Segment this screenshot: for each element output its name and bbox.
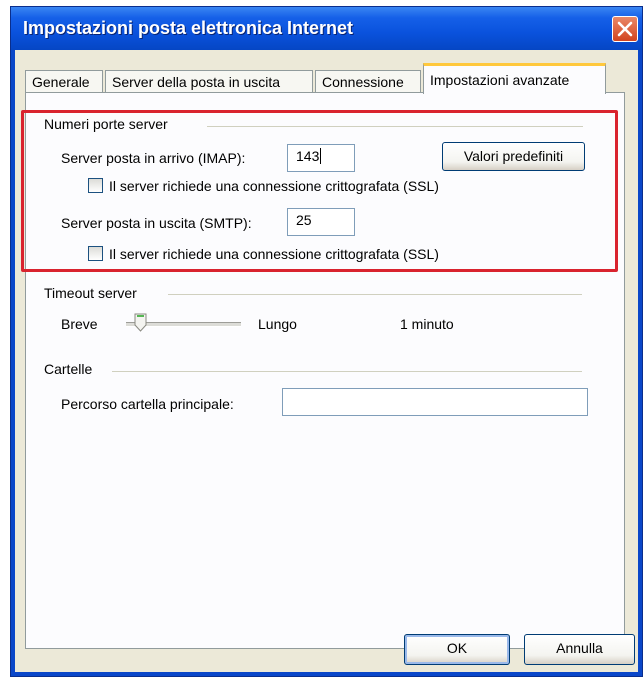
incoming-port-value: 143 xyxy=(296,148,320,164)
incoming-port-input[interactable]: 143 xyxy=(287,144,355,172)
cancel-button[interactable]: Annulla xyxy=(524,634,635,665)
timeout-value: 1 minuto xyxy=(400,316,454,332)
outgoing-ssl-checkbox[interactable] xyxy=(88,246,103,261)
group-divider xyxy=(112,371,582,372)
tab-label: Generale xyxy=(32,74,90,90)
cancel-button-label: Annulla xyxy=(556,640,603,656)
default-values-button[interactable]: Valori predefiniti xyxy=(442,142,585,171)
close-icon xyxy=(617,21,633,37)
group-label-folders: Cartelle xyxy=(44,361,93,377)
dialog-window: Impostazioni posta elettronica Internet … xyxy=(10,6,643,677)
group-label-server-ports: Numeri porte server xyxy=(44,116,168,132)
tab-generale[interactable]: Generale xyxy=(25,70,103,93)
group-divider xyxy=(207,126,583,127)
ok-button-label: OK xyxy=(446,640,468,656)
group-divider xyxy=(168,294,582,295)
tab-label: Connessione xyxy=(322,74,404,90)
default-values-button-label: Valori predefiniti xyxy=(463,148,564,164)
timeout-slider-thumb[interactable] xyxy=(134,313,148,333)
ok-button[interactable]: OK xyxy=(404,634,510,665)
group-label-timeout: Timeout server xyxy=(44,285,137,301)
timeout-long-label: Lungo xyxy=(258,316,297,332)
incoming-ssl-checkbox[interactable] xyxy=(88,178,103,193)
window-title: Impostazioni posta elettronica Internet xyxy=(23,18,354,38)
tab-connessione[interactable]: Connessione xyxy=(315,70,421,93)
timeout-short-label: Breve xyxy=(61,316,98,332)
outgoing-ssl-label: Il server richiede una connessione critt… xyxy=(109,246,439,262)
title-bar[interactable]: Impostazioni posta elettronica Internet xyxy=(11,7,642,50)
root-folder-input[interactable] xyxy=(282,388,588,416)
outgoing-port-value: 25 xyxy=(296,212,312,228)
tab-impostazioni-avanzate[interactable]: Impostazioni avanzate xyxy=(423,63,606,94)
tab-label: Impostazioni avanzate xyxy=(430,72,570,88)
tab-server-posta-uscita[interactable]: Server della posta in uscita xyxy=(105,70,313,93)
tab-label: Server della posta in uscita xyxy=(112,74,281,90)
text-caret xyxy=(320,148,322,164)
incoming-ssl-label: Il server richiede una connessione critt… xyxy=(109,178,439,194)
outgoing-port-input[interactable]: 25 xyxy=(287,208,355,236)
outgoing-port-label: Server posta in uscita (SMTP): xyxy=(61,215,252,231)
root-folder-label: Percorso cartella principale: xyxy=(61,396,234,412)
incoming-port-label: Server posta in arrivo (IMAP): xyxy=(61,150,246,166)
close-button[interactable] xyxy=(612,16,638,42)
